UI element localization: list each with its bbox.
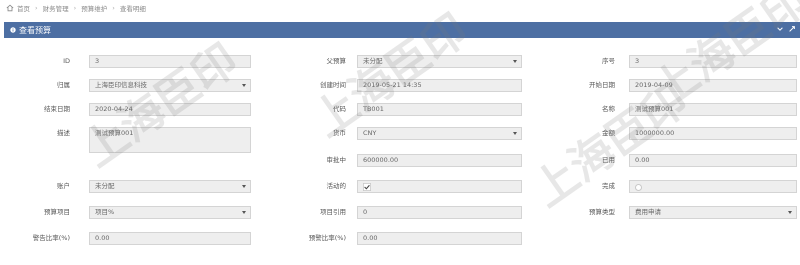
account-select[interactable]: 未分配 xyxy=(89,180,251,193)
breadcrumb-home[interactable]: 首页 xyxy=(6,3,30,13)
seq-field[interactable]: 3 xyxy=(629,55,797,68)
item-ref-label: 项目引用 xyxy=(320,208,346,216)
currency-select[interactable]: CNY xyxy=(357,127,522,140)
active-label: 活动的 xyxy=(326,182,347,190)
budget-type-select[interactable]: 费用申请 xyxy=(629,206,797,219)
created-time-label: 创建时间 xyxy=(320,81,346,89)
currency-label: 货币 xyxy=(333,129,346,137)
used-field[interactable]: 0.00 xyxy=(629,154,797,167)
breadcrumb-budget-maint[interactable]: 预算维护 xyxy=(81,3,107,13)
name-field[interactable]: 测试预算001 xyxy=(629,103,797,116)
id-field[interactable]: 3 xyxy=(89,55,251,68)
home-icon xyxy=(6,4,14,12)
code-field[interactable]: TB001 xyxy=(357,103,522,116)
budget-item-label: 预算项目 xyxy=(44,208,70,216)
account-label: 账户 xyxy=(57,182,70,190)
alert-ratio-field[interactable]: 0.00 xyxy=(357,232,522,245)
code-label: 代码 xyxy=(333,105,346,113)
expand-icon[interactable] xyxy=(788,25,796,33)
start-date-field[interactable]: 2019-04-09 xyxy=(629,79,797,92)
owner-label: 归属 xyxy=(57,81,70,89)
chevron-down-icon[interactable] xyxy=(776,25,784,33)
id-label: ID xyxy=(63,57,70,65)
start-date-label: 开始日期 xyxy=(589,81,615,89)
owner-select[interactable]: 上海臣印信息科技 xyxy=(89,79,251,92)
item-ref-field[interactable]: 0 xyxy=(357,206,522,219)
alert-ratio-label: 预警比率(%) xyxy=(308,234,346,242)
breadcrumb-finance[interactable]: 财务管理 xyxy=(43,3,69,13)
warn-ratio-field[interactable]: 0.00 xyxy=(89,232,251,245)
active-checkbox[interactable] xyxy=(363,183,371,191)
breadcrumb-separator: › xyxy=(112,4,115,12)
breadcrumb: 首页 › 财务管理 › 预算维护 › 查看明细 xyxy=(0,0,800,16)
description-label: 描述 xyxy=(57,129,70,137)
parent-budget-label: 父预算 xyxy=(326,57,347,65)
budget-item-select[interactable]: 项目% xyxy=(89,206,251,219)
name-label: 名称 xyxy=(602,105,615,113)
watermark: 上海臣印 xyxy=(68,25,249,178)
panel-header: 查看预算 xyxy=(4,22,800,38)
breadcrumb-separator: › xyxy=(73,4,77,12)
amount-label: 金额 xyxy=(602,129,615,137)
breadcrumb-view-detail: 查看明细 xyxy=(119,5,146,13)
info-circle-icon xyxy=(10,27,16,33)
created-time-field[interactable]: 2019-05-21 14:35 xyxy=(357,79,522,92)
end-date-field[interactable]: 2020-04-24 xyxy=(89,103,251,116)
warn-ratio-label: 警告比率(%) xyxy=(32,234,70,242)
parent-budget-select[interactable]: 未分配 xyxy=(357,55,522,68)
active-field xyxy=(357,180,522,193)
budget-type-label: 预算类型 xyxy=(589,208,615,216)
done-toggle[interactable] xyxy=(635,184,642,191)
approving-field[interactable]: 600000.00 xyxy=(357,154,522,167)
amount-field[interactable]: 1000000.00 xyxy=(629,127,797,140)
done-field xyxy=(629,180,797,193)
approving-label: 审批中 xyxy=(326,156,347,164)
done-label: 完成 xyxy=(602,182,615,190)
used-label: 已用 xyxy=(602,156,615,164)
end-date-label: 结束日期 xyxy=(44,105,70,113)
panel-title: 查看预算 xyxy=(19,25,51,35)
description-textarea[interactable]: 测试预算001 xyxy=(89,127,251,153)
breadcrumb-separator: › xyxy=(35,4,38,12)
breadcrumb-item-label: 首页 xyxy=(17,5,30,13)
seq-label: 序号 xyxy=(602,57,615,65)
